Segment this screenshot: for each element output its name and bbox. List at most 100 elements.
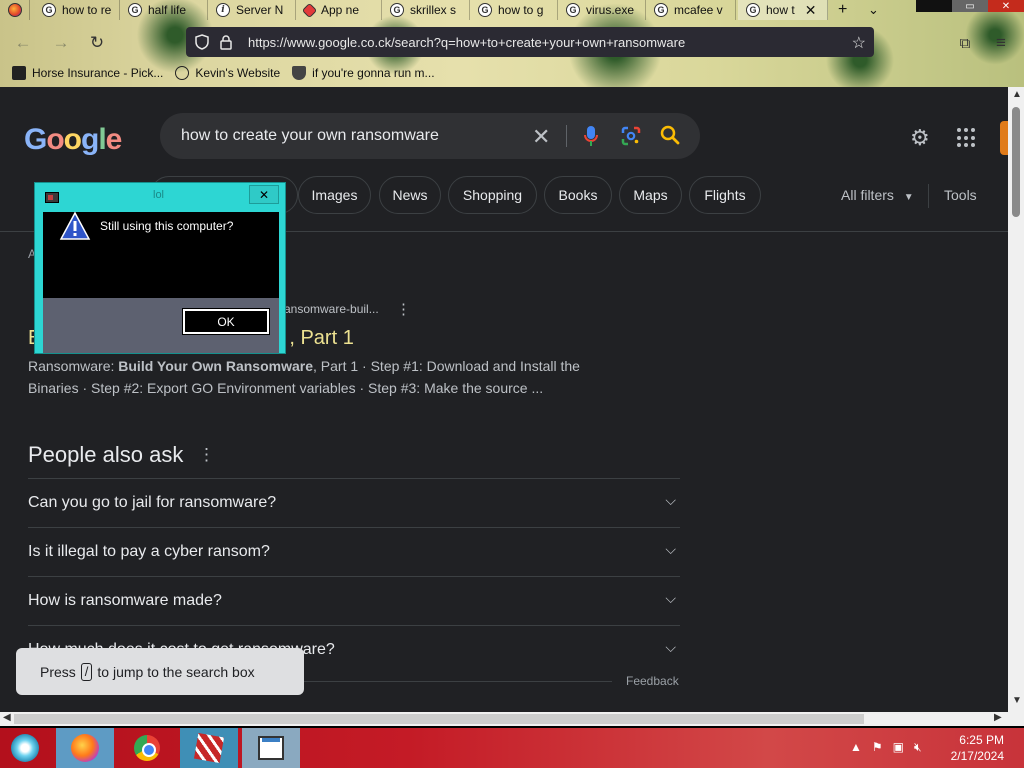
maximize-button[interactable]: ▭ [952, 0, 988, 12]
menu-button[interactable]: ≡ [990, 32, 1012, 54]
logo-letter: l [98, 123, 106, 156]
bookmark-item[interactable]: if you're gonna run m... [292, 66, 435, 80]
account-avatar[interactable] [1000, 121, 1008, 155]
google-lens-icon[interactable] [621, 126, 641, 151]
taskbar-chrome[interactable] [120, 728, 174, 768]
bookmarks-bar: Horse Insurance - Pick... Kevin's Websit… [0, 62, 1024, 84]
new-tab-button[interactable]: + [830, 0, 856, 20]
forward-button[interactable]: → [50, 32, 72, 54]
chevron-down-icon: ⌵ [665, 492, 676, 508]
tab[interactable]: G how to re [34, 0, 120, 20]
microphone-icon[interactable] [584, 125, 598, 152]
scroll-right-icon[interactable]: ▶ [994, 712, 1002, 723]
tab[interactable]: G mcafee v [646, 0, 736, 20]
tab-title: how to re [62, 3, 112, 17]
arrow-left-icon: ← [14, 33, 32, 52]
all-filters-button[interactable]: All filters ▼ [841, 187, 914, 203]
tab-active[interactable]: G how t ✕ [738, 0, 828, 20]
search-box[interactable]: how to create your own ransomware ✕ [160, 113, 700, 159]
reload-icon: ↻ [89, 33, 105, 52]
back-button[interactable]: ← [12, 32, 34, 54]
paa-question[interactable]: Is it illegal to pay a cyber ransom? ⌵ [28, 527, 680, 576]
settings-gear-icon[interactable]: ⚙ [910, 125, 930, 151]
tab[interactable]: G virus.exe [558, 0, 646, 20]
system-tray: ▲ ⚑ ▣ 🔇︎ [850, 740, 922, 755]
scroll-thumb[interactable] [14, 714, 864, 724]
start-button[interactable] [0, 728, 50, 768]
lock-icon[interactable] [218, 34, 234, 50]
tab-title: App ne [321, 3, 360, 17]
tab-title: skrillex s [410, 3, 457, 17]
ok-button[interactable]: OK [182, 308, 270, 335]
logo-letter: o [46, 123, 64, 156]
google-icon: G [128, 3, 142, 17]
logo-letter: G [24, 123, 47, 156]
more-options-icon[interactable]: ⋮ [198, 445, 215, 465]
address-bar[interactable]: https://www.google.co.ck/search?q=how+to… [186, 27, 874, 57]
flag-icon[interactable]: ⚑ [872, 740, 883, 755]
chip-images[interactable]: Images [298, 176, 371, 214]
tab[interactable]: G half life [120, 0, 208, 20]
more-options-icon[interactable]: ⋮ [396, 300, 411, 318]
bookmark-star-icon[interactable]: ☆ [852, 33, 866, 53]
dialog-close-button[interactable]: ✕ [249, 185, 279, 204]
tab[interactable]: i Server N [208, 0, 296, 20]
scroll-up-icon[interactable]: ▲ [1012, 89, 1022, 100]
horizontal-scrollbar[interactable]: ◀ ▶ [0, 712, 1008, 726]
scroll-down-icon[interactable]: ▼ [1012, 695, 1022, 706]
google-icon: G [390, 3, 404, 17]
shield-icon[interactable] [194, 34, 210, 50]
reload-button[interactable]: ↻ [86, 32, 108, 54]
tab-title: how to g [498, 3, 544, 17]
tab[interactable]: G how to g [470, 0, 558, 20]
tab-title: Server N [236, 3, 284, 17]
result-cite[interactable]: ansomware-buil... [284, 302, 379, 316]
chip-books[interactable]: Books [544, 176, 612, 214]
tab[interactable]: G skrillex s [382, 0, 470, 20]
search-icon[interactable] [660, 125, 680, 150]
tab[interactable]: App ne [296, 0, 382, 20]
taskbar-clock[interactable]: 6:25 PM 2/17/2024 [944, 732, 1004, 764]
network-icon[interactable]: ▣ [893, 740, 904, 755]
taskbar-firefox[interactable] [56, 728, 114, 768]
google-icon: G [42, 3, 56, 17]
taskbar-app[interactable] [180, 728, 238, 768]
paa-question[interactable]: How is ransomware made? ⌵ [28, 576, 680, 625]
extensions-button[interactable]: ⧉ [954, 32, 976, 54]
speaker-muted-icon[interactable]: 🔇︎ [914, 740, 922, 755]
feedback-link[interactable]: Feedback [626, 674, 679, 688]
bookmark-label: Horse Insurance - Pick... [32, 66, 164, 80]
plus-icon: + [838, 1, 848, 18]
chip-flights[interactable]: Flights [689, 176, 761, 214]
dialog-message: Still using this computer? [100, 219, 234, 233]
app-icon [301, 2, 318, 18]
chip-news[interactable]: News [379, 176, 441, 214]
tools-button[interactable]: Tools [944, 187, 977, 203]
vertical-scrollbar[interactable]: ▲ ▼ [1008, 87, 1024, 712]
chip-shopping[interactable]: Shopping [448, 176, 537, 214]
taskbar-window[interactable] [242, 728, 300, 768]
start-orb-icon [11, 734, 39, 762]
tab-list-button[interactable]: ⌄ [860, 0, 884, 20]
google-icon: G [746, 3, 760, 17]
paa-question[interactable]: Can you go to jail for ransomware? ⌵ [28, 478, 680, 527]
search-input[interactable]: how to create your own ransomware [181, 127, 526, 145]
google-apps-icon[interactable] [957, 128, 977, 148]
bookmark-item[interactable]: Horse Insurance - Pick... [12, 66, 163, 80]
scrollbar-corner [1008, 712, 1024, 726]
close-window-button[interactable]: ✕ [988, 0, 1024, 12]
scroll-left-icon[interactable]: ◀ [3, 712, 11, 723]
hamburger-icon: ≡ [996, 33, 1006, 52]
globe-icon [175, 66, 190, 80]
scroll-thumb[interactable] [1012, 107, 1020, 217]
google-logo[interactable]: Google [24, 123, 122, 157]
close-tab-icon[interactable]: ✕ [805, 2, 817, 19]
people-also-ask-heading: People also ask [28, 442, 184, 467]
chip-maps[interactable]: Maps [619, 176, 682, 214]
firefox-menu-button[interactable] [0, 0, 30, 20]
tray-expand-icon[interactable]: ▲ [850, 740, 862, 755]
clear-search-icon[interactable]: ✕ [532, 124, 550, 150]
minimize-button[interactable] [916, 0, 952, 12]
window-icon [258, 736, 284, 760]
bookmark-item[interactable]: Kevin's Website [175, 66, 280, 80]
